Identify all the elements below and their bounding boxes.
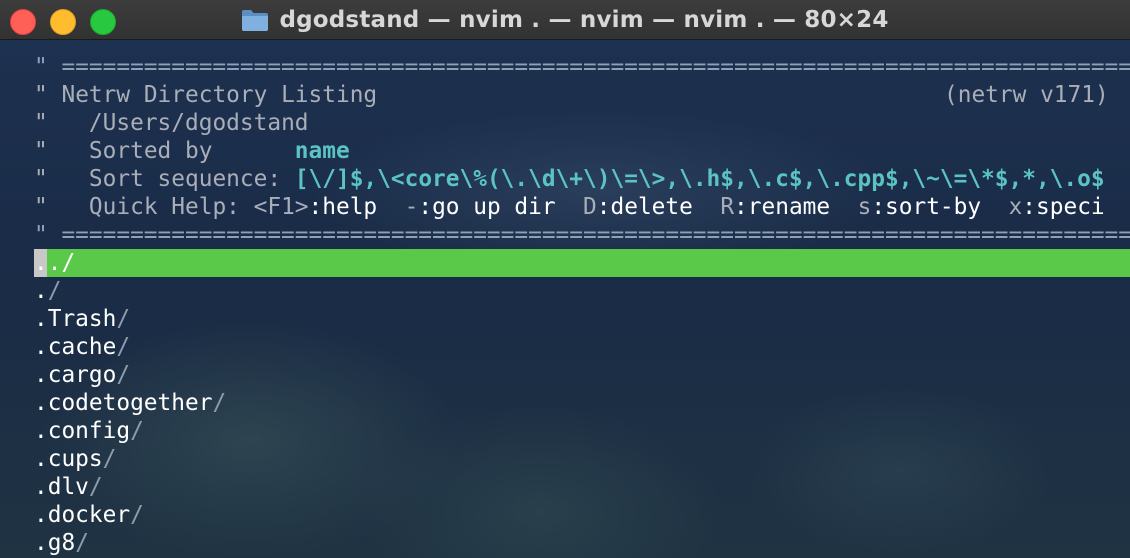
quick-help-label: Quick Help: bbox=[88, 194, 254, 220]
header-separator-bottom: " ======================================… bbox=[34, 222, 1130, 248]
comment-mark: " bbox=[34, 110, 48, 136]
directory-entry[interactable]: .cache/ bbox=[34, 333, 130, 361]
quick-help-desc: :help bbox=[308, 194, 405, 220]
quick-help-desc: :delete bbox=[596, 194, 721, 220]
sorted-by-value: name bbox=[294, 138, 350, 164]
header-title-line: " Netrw Directory Listing bbox=[34, 81, 377, 109]
directory-name: .cups bbox=[34, 446, 103, 472]
directory-entry[interactable]: .cups/ bbox=[34, 445, 116, 473]
directory-entry-parent[interactable]: ../ bbox=[34, 249, 75, 277]
quick-help-desc: :rename bbox=[734, 194, 858, 220]
netrw-version: (netrw v171) bbox=[944, 82, 1109, 108]
directory-slash: / bbox=[116, 306, 131, 332]
directory-slash: / bbox=[130, 418, 144, 444]
directory-slash: / bbox=[130, 502, 144, 528]
quick-help-key: <F1> bbox=[253, 194, 309, 220]
directory-name: .cache bbox=[34, 334, 117, 360]
terminal-content[interactable]: " ======================================… bbox=[0, 40, 1130, 558]
sort-sequence-value: [\/]$,\<core\%(\.\d\+\)\=\>,\.h$,\.c$,\.… bbox=[294, 166, 1105, 192]
directory-slash: / bbox=[88, 474, 103, 500]
directory-name: .config bbox=[34, 418, 131, 444]
directory-slash: / bbox=[47, 278, 62, 304]
directory-entry[interactable]: .Trash/ bbox=[34, 305, 130, 333]
sorted-by-label: Sorted by bbox=[88, 138, 295, 164]
directory-slash: / bbox=[212, 390, 227, 416]
header-separator-top: " ======================================… bbox=[34, 54, 1130, 80]
quick-help-desc: :go up dir bbox=[418, 194, 584, 220]
directory-entry[interactable]: .cargo/ bbox=[34, 361, 130, 389]
window-title: dgodstand — nvim . — nvim — nvim . — 80×… bbox=[279, 7, 889, 33]
directory-entry[interactable]: .config/ bbox=[34, 417, 144, 445]
path-line: " /Users/dgodstand bbox=[34, 109, 309, 137]
sort-sequence-label: Sort sequence: bbox=[88, 166, 295, 192]
directory-name: .codetogether bbox=[34, 390, 213, 416]
quick-help-key: - bbox=[404, 194, 419, 220]
directory-entry[interactable]: .codetogether/ bbox=[34, 389, 226, 417]
directory-name: .Trash bbox=[34, 306, 117, 332]
comment-mark: " bbox=[34, 194, 48, 220]
sorted-by-line: " Sorted by name bbox=[34, 137, 350, 165]
directory-slash: / bbox=[75, 530, 89, 556]
terminal-window: dgodstand — nvim . — nvim — nvim . — 80×… bbox=[0, 0, 1130, 558]
quick-help-key: D bbox=[583, 194, 597, 220]
directory-entry[interactable]: .dlv/ bbox=[34, 473, 103, 501]
directory-entry[interactable]: .g8/ bbox=[34, 529, 89, 557]
directory-slash: / bbox=[116, 334, 131, 360]
window-title-group: dgodstand — nvim . — nvim — nvim . — 80×… bbox=[0, 0, 1130, 40]
sort-sequence-line: " Sort sequence: [\/]$,\<core\%(\.\d\+\)… bbox=[34, 165, 1105, 193]
folder-icon bbox=[242, 10, 269, 31]
comment-mark: " bbox=[34, 166, 48, 192]
current-path: /Users/dgodstand bbox=[88, 110, 309, 136]
quick-help-key: s bbox=[857, 194, 872, 220]
netrw-header-title: Netrw Directory Listing bbox=[61, 82, 378, 108]
directory-name: .docker bbox=[34, 502, 131, 528]
comment-mark: " bbox=[34, 138, 48, 164]
directory-name: .dlv bbox=[34, 474, 89, 500]
quick-help-line: " Quick Help: <F1>:help -:go up dir D:de… bbox=[34, 193, 1105, 221]
directory-name: .g8 bbox=[34, 530, 76, 556]
comment-mark: " bbox=[34, 82, 48, 108]
quick-help-desc: :speci bbox=[1022, 194, 1105, 220]
current-line-highlight[interactable] bbox=[34, 249, 1130, 277]
directory-entry[interactable]: .docker/ bbox=[34, 501, 144, 529]
directory-name: . bbox=[34, 278, 48, 304]
quick-help-desc: :sort-by bbox=[871, 194, 1009, 220]
title-bar[interactable]: dgodstand — nvim . — nvim — nvim . — 80×… bbox=[0, 0, 1130, 40]
directory-slash: / bbox=[116, 362, 131, 388]
directory-entry[interactable]: ./ bbox=[34, 277, 61, 305]
quick-help-key: x bbox=[1008, 194, 1023, 220]
quick-help-key: R bbox=[720, 194, 735, 220]
directory-name: .cargo bbox=[34, 362, 117, 388]
directory-slash: / bbox=[102, 446, 117, 472]
